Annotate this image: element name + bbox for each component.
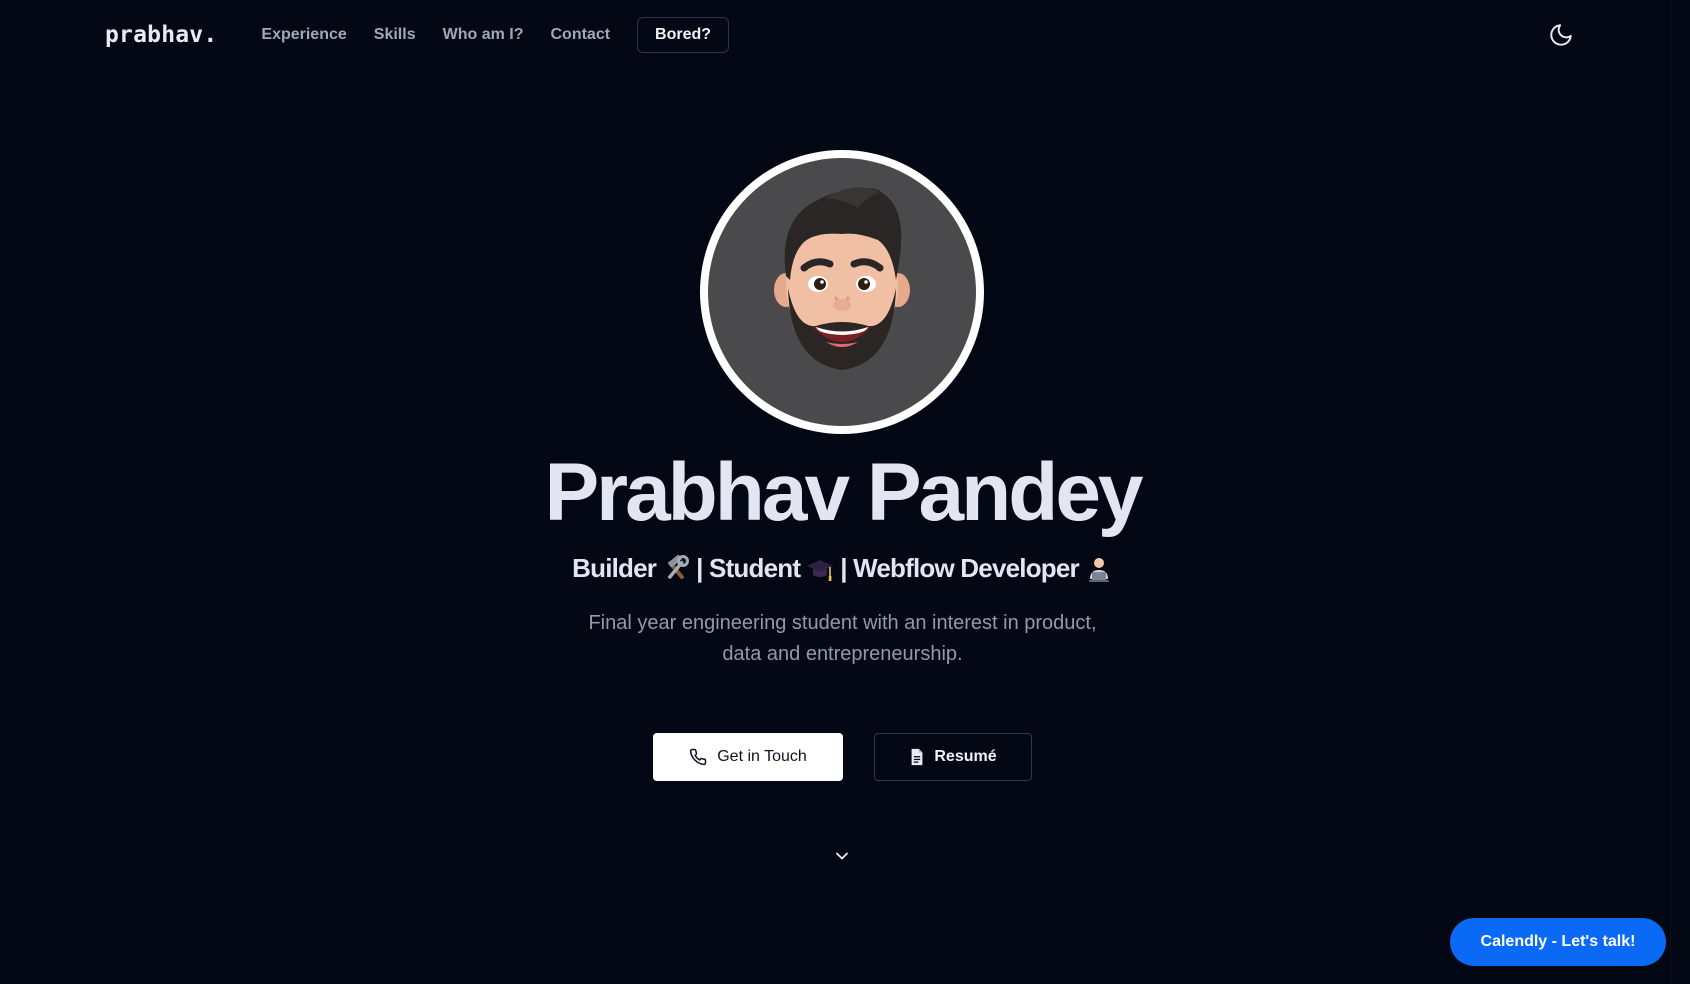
page: prabhav. Experience Skills Who am I? Con… [0,0,1690,984]
scrollbar-thumb[interactable] [1674,0,1687,984]
phone-icon [690,748,707,766]
chevron-down-icon [836,852,848,860]
scroll-down-button[interactable] [832,846,852,866]
get-in-touch-label: Get in Touch [717,748,807,765]
nav-link-skills[interactable]: Skills [374,26,416,44]
get-in-touch-button[interactable]: Get in Touch [653,733,843,781]
nav-link-who-am-i[interactable]: Who am I? [443,26,524,44]
hero-roles: Builder | Student | Webflow Developer [0,553,1685,584]
scrollbar[interactable] [1670,0,1690,984]
resume-label: Resumé [934,748,997,765]
calendly-button[interactable]: Calendly - Let's talk! [1450,918,1666,966]
document-icon [911,748,923,766]
role-student: | Student [696,553,801,583]
technologist-icon [1088,557,1109,582]
hammer-wrench-icon [668,554,690,579]
resume-button[interactable]: Resumé [874,733,1032,781]
nav-link-experience[interactable]: Experience [261,26,346,44]
memoji-avatar [774,187,910,370]
graduation-cap-icon [807,559,834,581]
moon-icon [1550,24,1572,46]
nav-link-contact[interactable]: Contact [550,26,610,44]
hero-actions: Get in Touch Resumé [0,733,1685,781]
top-nav: prabhav. Experience Skills Who am I? Con… [105,17,730,53]
hero-description: Final year engineering student with an i… [588,612,1097,665]
theme-toggle-button[interactable] [1548,22,1574,48]
bored-button[interactable]: Bored? [637,17,730,53]
role-webflow-developer: | Webflow Developer [840,553,1079,583]
hero-name: Prabhav Pandey [544,447,1143,538]
avatar [708,158,976,426]
role-builder: Builder [572,553,657,583]
avatar-ring [700,150,984,434]
logo[interactable]: prabhav. [105,22,217,48]
